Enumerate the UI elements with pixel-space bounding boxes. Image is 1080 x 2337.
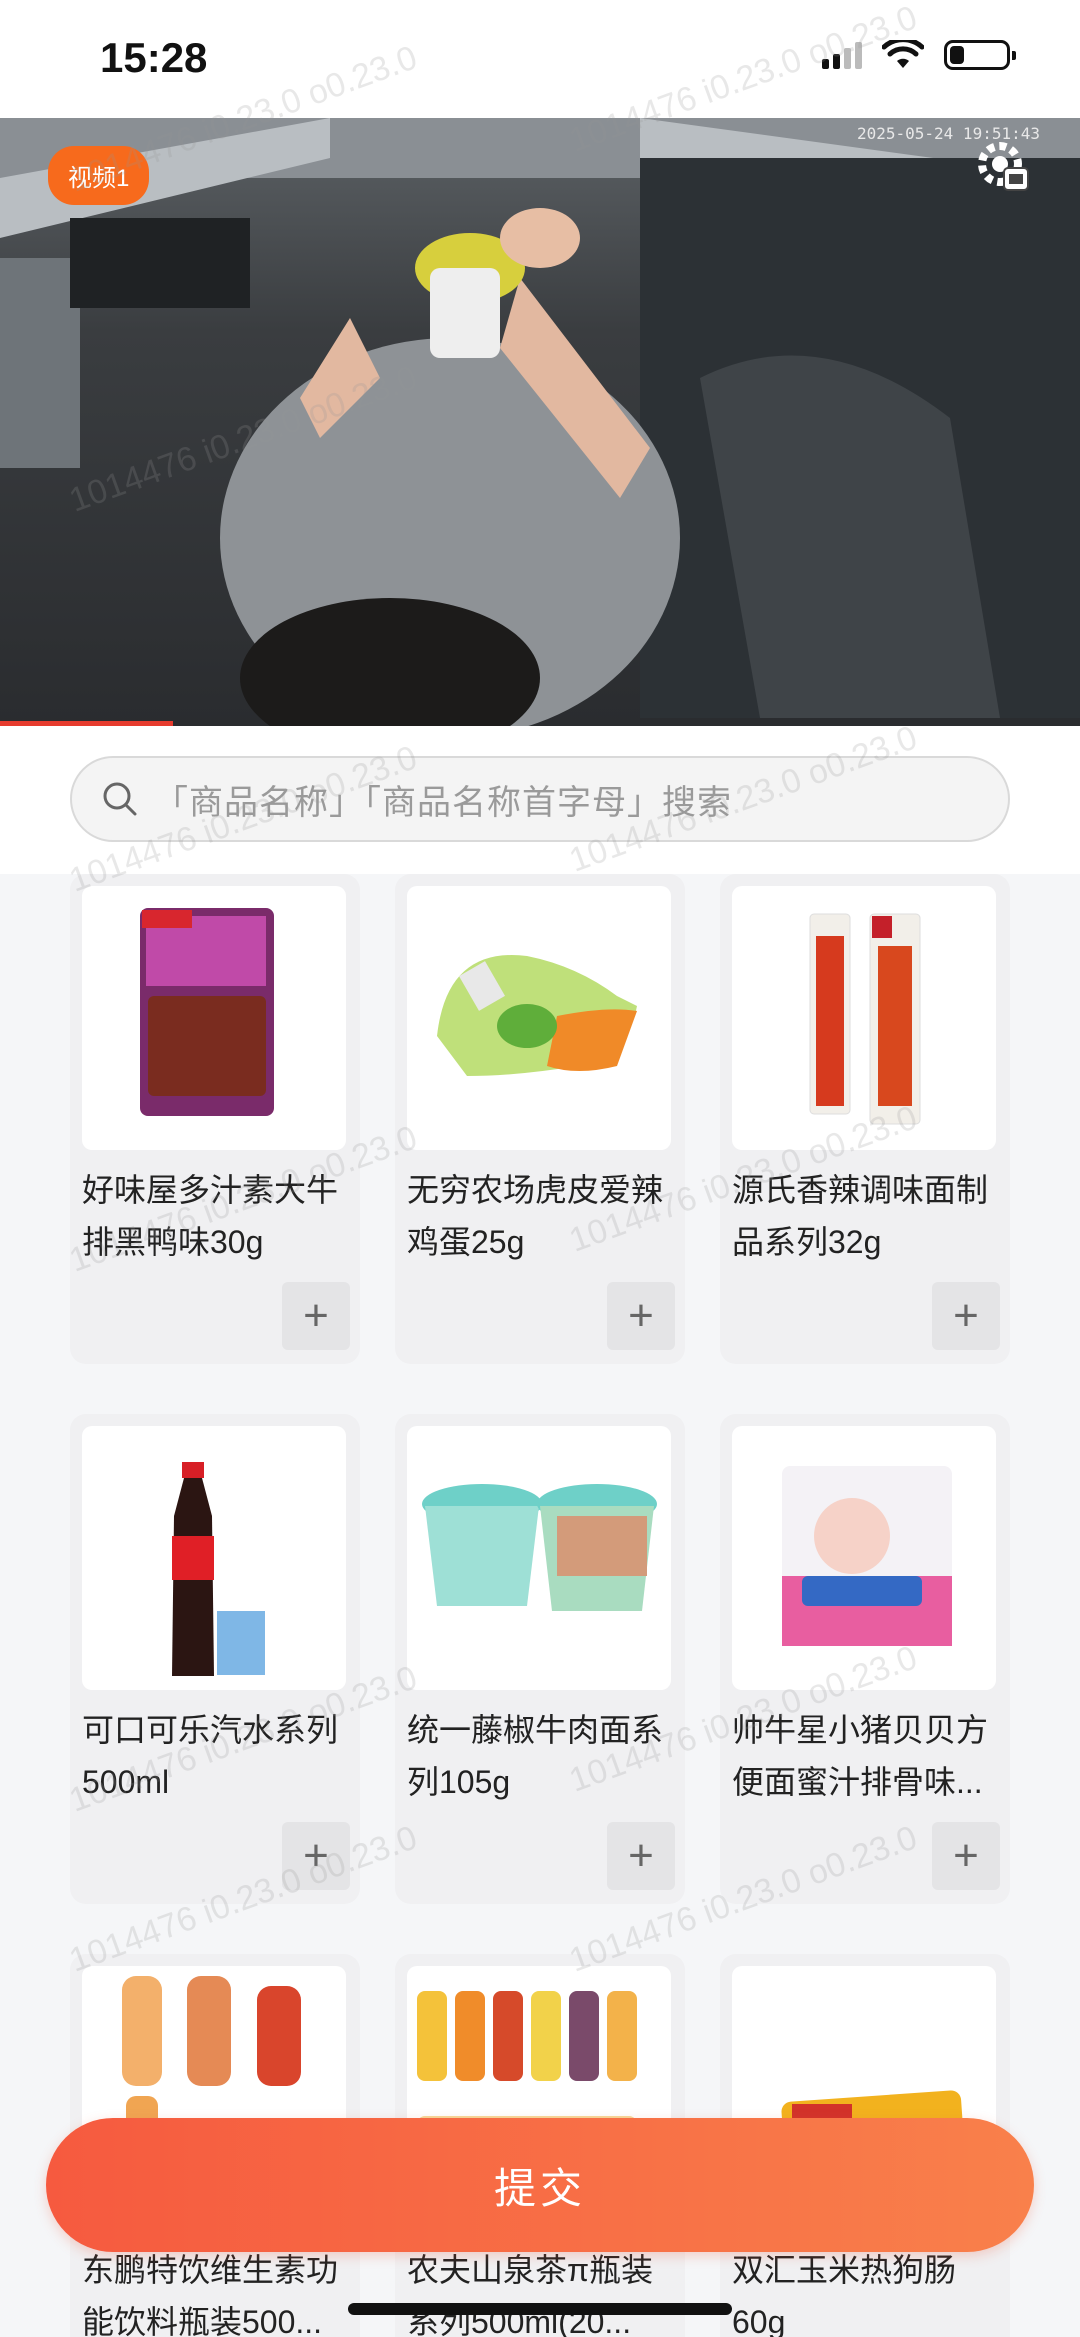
battery-icon bbox=[944, 40, 1016, 70]
search-section: 「商品名称」「商品名称首字母」搜索 bbox=[0, 726, 1080, 874]
search-placeholder: 「商品名称」「商品名称首字母」搜索 bbox=[154, 783, 732, 822]
product-card[interactable]: 无穷农场虎皮爱辣鸡蛋25g + bbox=[395, 874, 685, 1364]
home-indicator[interactable] bbox=[348, 2303, 732, 2315]
product-card[interactable]: 可口可乐汽水系列500ml + bbox=[70, 1414, 360, 1904]
product-name: 统一藤椒牛肉面系列105g bbox=[407, 1712, 664, 1800]
cola-bottle-icon bbox=[172, 1462, 265, 1676]
camera-settings-icon[interactable] bbox=[976, 140, 1032, 196]
add-to-cart-button[interactable]: + bbox=[932, 1822, 1000, 1890]
noodle-bag-icon bbox=[782, 1466, 952, 1646]
product-card[interactable]: 好味屋多汁素大牛排黑鸭味30g + bbox=[70, 874, 360, 1364]
egg-pack-icon bbox=[437, 955, 637, 1076]
video-frame bbox=[0, 118, 1080, 726]
search-input[interactable]: 「商品名称」「商品名称首字母」搜索 bbox=[70, 756, 1010, 842]
product-image bbox=[82, 886, 346, 1150]
product-name: 帅牛星小猪贝贝方便面蜜汁排骨味... bbox=[732, 1712, 989, 1800]
spicy-strip-pack-icon bbox=[809, 913, 921, 1125]
product-image bbox=[407, 886, 671, 1150]
submit-button[interactable]: 提交 bbox=[46, 2118, 1034, 2252]
product-card[interactable]: 统一藤椒牛肉面系列105g + bbox=[395, 1414, 685, 1904]
add-to-cart-button[interactable]: + bbox=[932, 1282, 1000, 1350]
status-icons bbox=[822, 40, 1016, 70]
add-to-cart-button[interactable]: + bbox=[607, 1822, 675, 1890]
product-name: 无穷农场虎皮爱辣鸡蛋25g bbox=[407, 1172, 664, 1260]
product-card[interactable]: 源氏香辣调味面制品系列32g + bbox=[720, 874, 1010, 1364]
product-image bbox=[407, 1426, 671, 1690]
product-name: 农夫山泉茶π瓶装系列500ml(20... bbox=[407, 2252, 654, 2337]
product-name: 东鹏特饮维生素功能饮料瓶装500... bbox=[82, 2252, 339, 2337]
product-card[interactable]: 帅牛星小猪贝贝方便面蜜汁排骨味... + bbox=[720, 1414, 1010, 1904]
wifi-icon bbox=[882, 40, 924, 68]
video-badge[interactable]: 视频1 bbox=[48, 146, 150, 205]
meat-snack-pack-icon bbox=[140, 908, 274, 1116]
add-to-cart-button[interactable]: + bbox=[282, 1822, 350, 1890]
signal-icon bbox=[822, 41, 862, 69]
add-to-cart-button[interactable]: + bbox=[282, 1282, 350, 1350]
product-image bbox=[82, 1426, 346, 1690]
product-image bbox=[732, 1426, 996, 1690]
product-name: 可口可乐汽水系列500ml bbox=[82, 1712, 339, 1800]
product-image bbox=[732, 886, 996, 1150]
product-name: 双汇玉米热狗肠60g bbox=[732, 2252, 957, 2337]
video-player[interactable]: 视频1 2025-05-24 19:51:43 bbox=[0, 118, 1080, 726]
noodle-cup-icon bbox=[422, 1484, 657, 1611]
add-to-cart-button[interactable]: + bbox=[607, 1282, 675, 1350]
status-bar: 15:28 bbox=[0, 0, 1080, 118]
product-name: 源氏香辣调味面制品系列32g bbox=[732, 1172, 989, 1260]
product-name: 好味屋多汁素大牛排黑鸭味30g bbox=[82, 1172, 339, 1260]
status-time: 15:28 bbox=[100, 34, 208, 81]
search-icon bbox=[103, 782, 137, 816]
